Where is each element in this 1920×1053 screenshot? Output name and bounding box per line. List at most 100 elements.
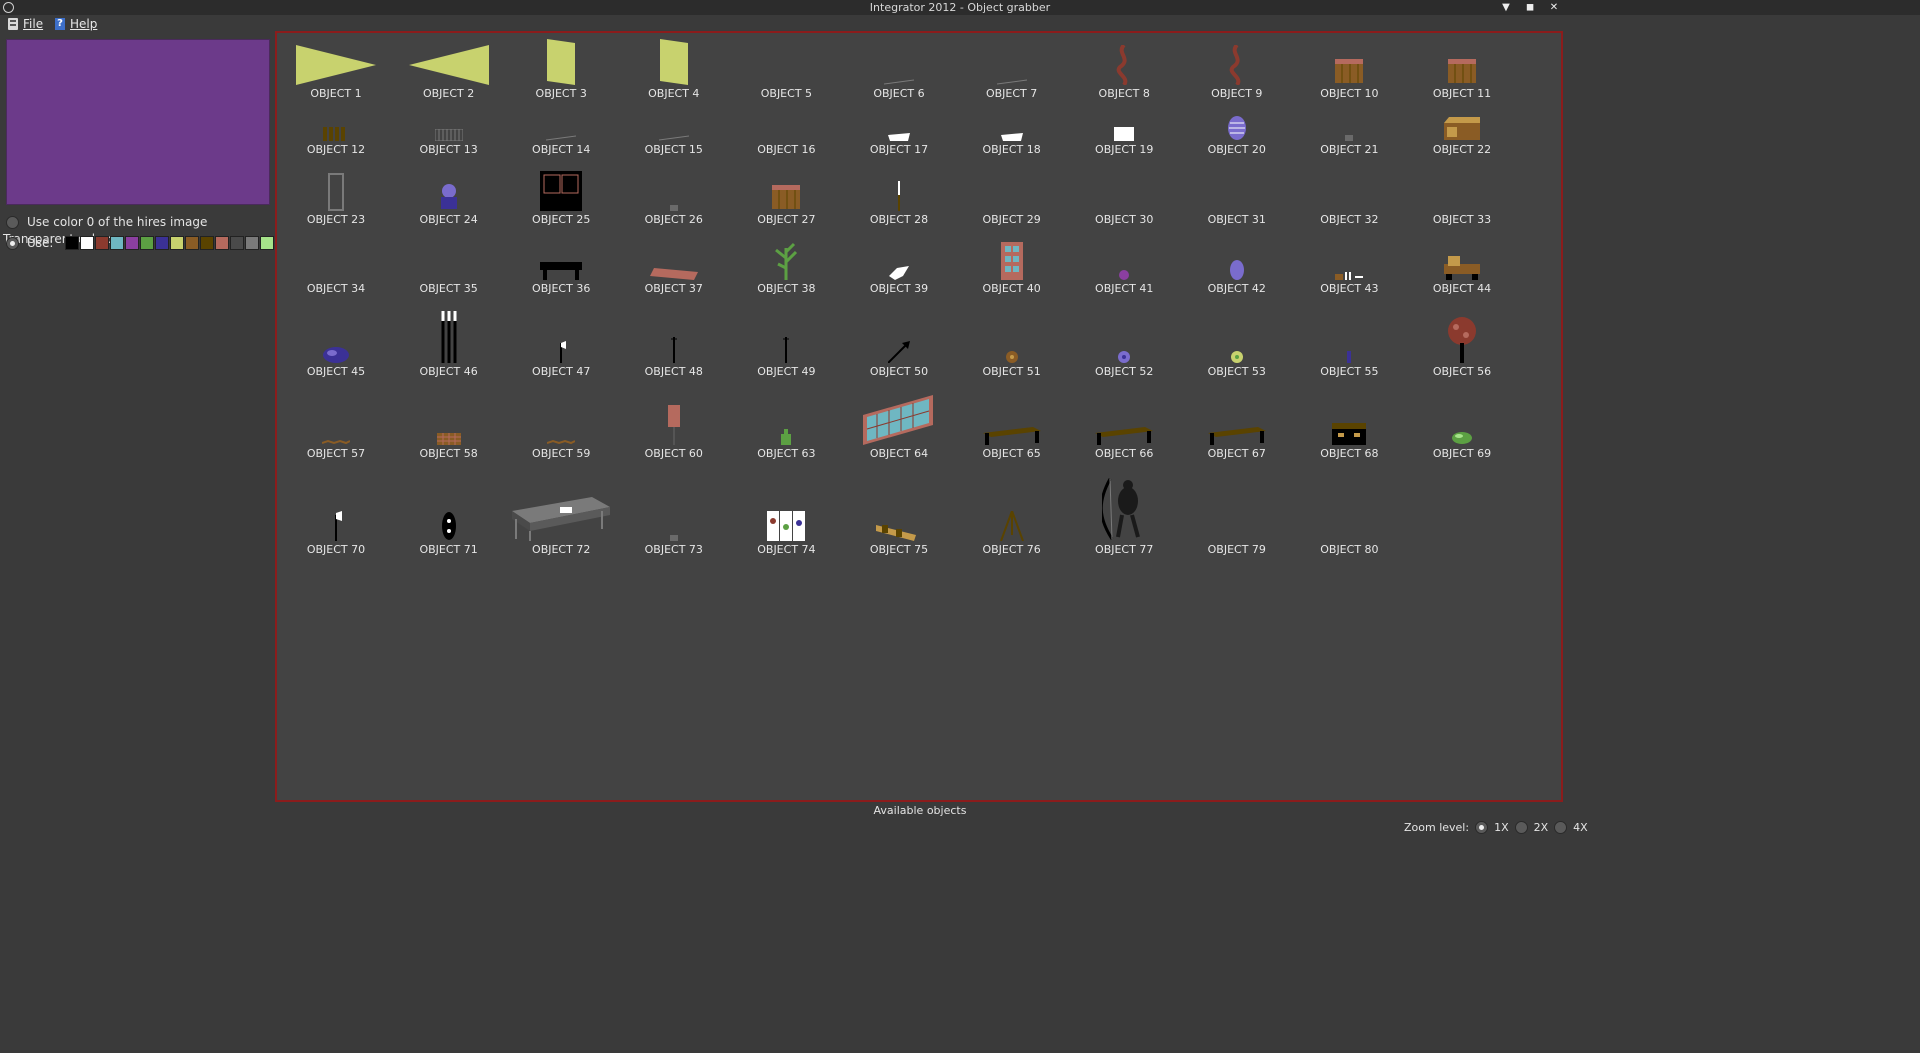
object-item[interactable]: OBJECT 29 xyxy=(956,157,1068,227)
zoom-radio-2x[interactable] xyxy=(1514,821,1528,834)
object-item[interactable]: OBJECT 72 xyxy=(505,487,617,557)
object-item[interactable]: OBJECT 27 xyxy=(730,157,842,227)
object-item[interactable]: OBJECT 58 xyxy=(393,391,505,461)
zoom-radio-4x[interactable] xyxy=(1554,821,1568,834)
palette-swatch[interactable] xyxy=(215,236,230,250)
palette-swatch[interactable] xyxy=(155,236,170,250)
object-label: OBJECT 20 xyxy=(1207,143,1266,156)
palette-swatch[interactable] xyxy=(125,236,140,250)
object-item[interactable]: OBJECT 52 xyxy=(1068,309,1180,379)
object-item[interactable]: OBJECT 32 xyxy=(1293,157,1405,227)
object-item[interactable]: OBJECT 23 xyxy=(280,157,392,227)
option-use[interactable]: Use: xyxy=(6,236,305,250)
object-item[interactable]: OBJECT 66 xyxy=(1068,391,1180,461)
grey-line-icon xyxy=(505,135,617,141)
palette-swatch[interactable] xyxy=(80,236,95,250)
palette-swatch[interactable] xyxy=(185,236,200,250)
object-item[interactable]: OBJECT 42 xyxy=(1181,226,1293,296)
object-item[interactable]: OBJECT 50 xyxy=(843,309,955,379)
object-item[interactable]: OBJECT 80 xyxy=(1293,487,1405,557)
radio-use[interactable] xyxy=(6,236,19,250)
object-item[interactable]: OBJECT 74 xyxy=(730,487,842,557)
object-item[interactable]: OBJECT 40 xyxy=(956,226,1068,296)
object-item[interactable]: OBJECT 26 xyxy=(618,157,730,227)
palette-swatch[interactable] xyxy=(200,236,215,250)
object-item[interactable]: OBJECT 36 xyxy=(505,226,617,296)
menu-help[interactable]: ? Help xyxy=(55,16,97,32)
object-item[interactable]: OBJECT 37 xyxy=(618,226,730,296)
object-item[interactable]: OBJECT 56 xyxy=(1406,309,1518,379)
object-item[interactable]: OBJECT 75 xyxy=(843,487,955,557)
object-item[interactable]: OBJECT 33 xyxy=(1406,157,1518,227)
object-item[interactable]: OBJECT 43 xyxy=(1293,226,1405,296)
palette-swatch[interactable] xyxy=(230,236,245,250)
object-item[interactable]: OBJECT 19 xyxy=(1068,87,1180,157)
object-item[interactable]: OBJECT 63 xyxy=(730,391,842,461)
palette-swatch[interactable] xyxy=(110,236,125,250)
object-label: OBJECT 40 xyxy=(982,282,1041,295)
object-item[interactable]: OBJECT 79 xyxy=(1181,487,1293,557)
palette-swatch[interactable] xyxy=(65,236,80,250)
object-item[interactable]: OBJECT 59 xyxy=(505,391,617,461)
palette-swatch[interactable] xyxy=(260,236,275,250)
object-label: OBJECT 17 xyxy=(869,143,929,156)
object-item[interactable]: OBJECT 57 xyxy=(280,391,392,461)
object-item[interactable]: OBJECT 30 xyxy=(1068,157,1180,227)
object-item[interactable]: OBJECT 68 xyxy=(1293,391,1405,461)
object-item[interactable]: OBJECT 31 xyxy=(1181,157,1293,227)
object-item[interactable]: OBJECT 35 xyxy=(393,226,505,296)
object-item[interactable]: OBJECT 69 xyxy=(1406,391,1518,461)
object-item[interactable]: OBJECT 20 xyxy=(1181,87,1293,157)
minimize-icon[interactable]: ▼ xyxy=(1499,1,1513,14)
object-item[interactable]: OBJECT 64 xyxy=(843,391,955,461)
object-label: OBJECT 74 xyxy=(757,543,816,556)
object-label: OBJECT 55 xyxy=(1320,365,1379,378)
object-item[interactable]: OBJECT 18 xyxy=(956,87,1068,157)
object-item[interactable]: OBJECT 65 xyxy=(956,391,1068,461)
object-item[interactable]: OBJECT 24 xyxy=(393,157,505,227)
object-item[interactable]: OBJECT 44 xyxy=(1406,226,1518,296)
object-item[interactable]: OBJECT 46 xyxy=(393,309,505,379)
object-item[interactable]: OBJECT 22 xyxy=(1406,87,1518,157)
object-item[interactable]: OBJECT 48 xyxy=(618,309,730,379)
object-item[interactable]: OBJECT 38 xyxy=(730,226,842,296)
palette-swatch[interactable] xyxy=(245,236,260,250)
object-item[interactable]: OBJECT 21 xyxy=(1293,87,1405,157)
object-item[interactable]: OBJECT 51 xyxy=(956,309,1068,379)
object-label: OBJECT 35 xyxy=(419,282,478,295)
object-item[interactable]: OBJECT 14 xyxy=(505,87,617,157)
object-item[interactable]: OBJECT 16 xyxy=(730,87,842,157)
object-item[interactable]: OBJECT 71 xyxy=(393,487,505,557)
object-item[interactable]: OBJECT 17 xyxy=(843,87,955,157)
object-item[interactable]: OBJECT 34 xyxy=(280,226,392,296)
object-item[interactable]: OBJECT 25 xyxy=(505,157,617,227)
object-item[interactable]: OBJECT 47 xyxy=(505,309,617,379)
object-item[interactable]: OBJECT 67 xyxy=(1181,391,1293,461)
object-item[interactable]: OBJECT 77 xyxy=(1068,478,1180,557)
object-item[interactable]: OBJECT 49 xyxy=(730,309,842,379)
menu-file[interactable]: File xyxy=(8,16,43,32)
palette-swatch[interactable] xyxy=(95,236,110,250)
object-item[interactable]: OBJECT 53 xyxy=(1181,309,1293,379)
object-item[interactable]: OBJECT 55 xyxy=(1293,309,1405,379)
object-item[interactable]: OBJECT 13 xyxy=(393,87,505,157)
object-item[interactable]: OBJECT 45 xyxy=(280,309,392,379)
object-item[interactable]: OBJECT 76 xyxy=(956,487,1068,557)
palette-swatch[interactable] xyxy=(170,236,185,250)
object-label: OBJECT 42 xyxy=(1207,282,1266,295)
object-item[interactable]: OBJECT 73 xyxy=(618,487,730,557)
help-icon: ? xyxy=(55,18,65,30)
object-item[interactable]: OBJECT 39 xyxy=(843,226,955,296)
object-item[interactable]: OBJECT 41 xyxy=(1068,226,1180,296)
object-item[interactable]: OBJECT 60 xyxy=(618,391,730,461)
palette-swatch[interactable] xyxy=(140,236,155,250)
zoom-radio-1x[interactable] xyxy=(1475,821,1489,834)
object-item[interactable]: OBJECT 12 xyxy=(280,87,392,157)
radio-color0[interactable] xyxy=(6,215,19,229)
object-item[interactable]: OBJECT 28 xyxy=(843,157,955,227)
object-item[interactable]: OBJECT 70 xyxy=(280,487,392,557)
option-color0[interactable]: Use color 0 of the hires image xyxy=(6,215,207,229)
restore-icon[interactable]: ◼ xyxy=(1523,1,1537,14)
object-item[interactable]: OBJECT 15 xyxy=(618,87,730,157)
close-icon[interactable]: ✕ xyxy=(1547,1,1561,14)
